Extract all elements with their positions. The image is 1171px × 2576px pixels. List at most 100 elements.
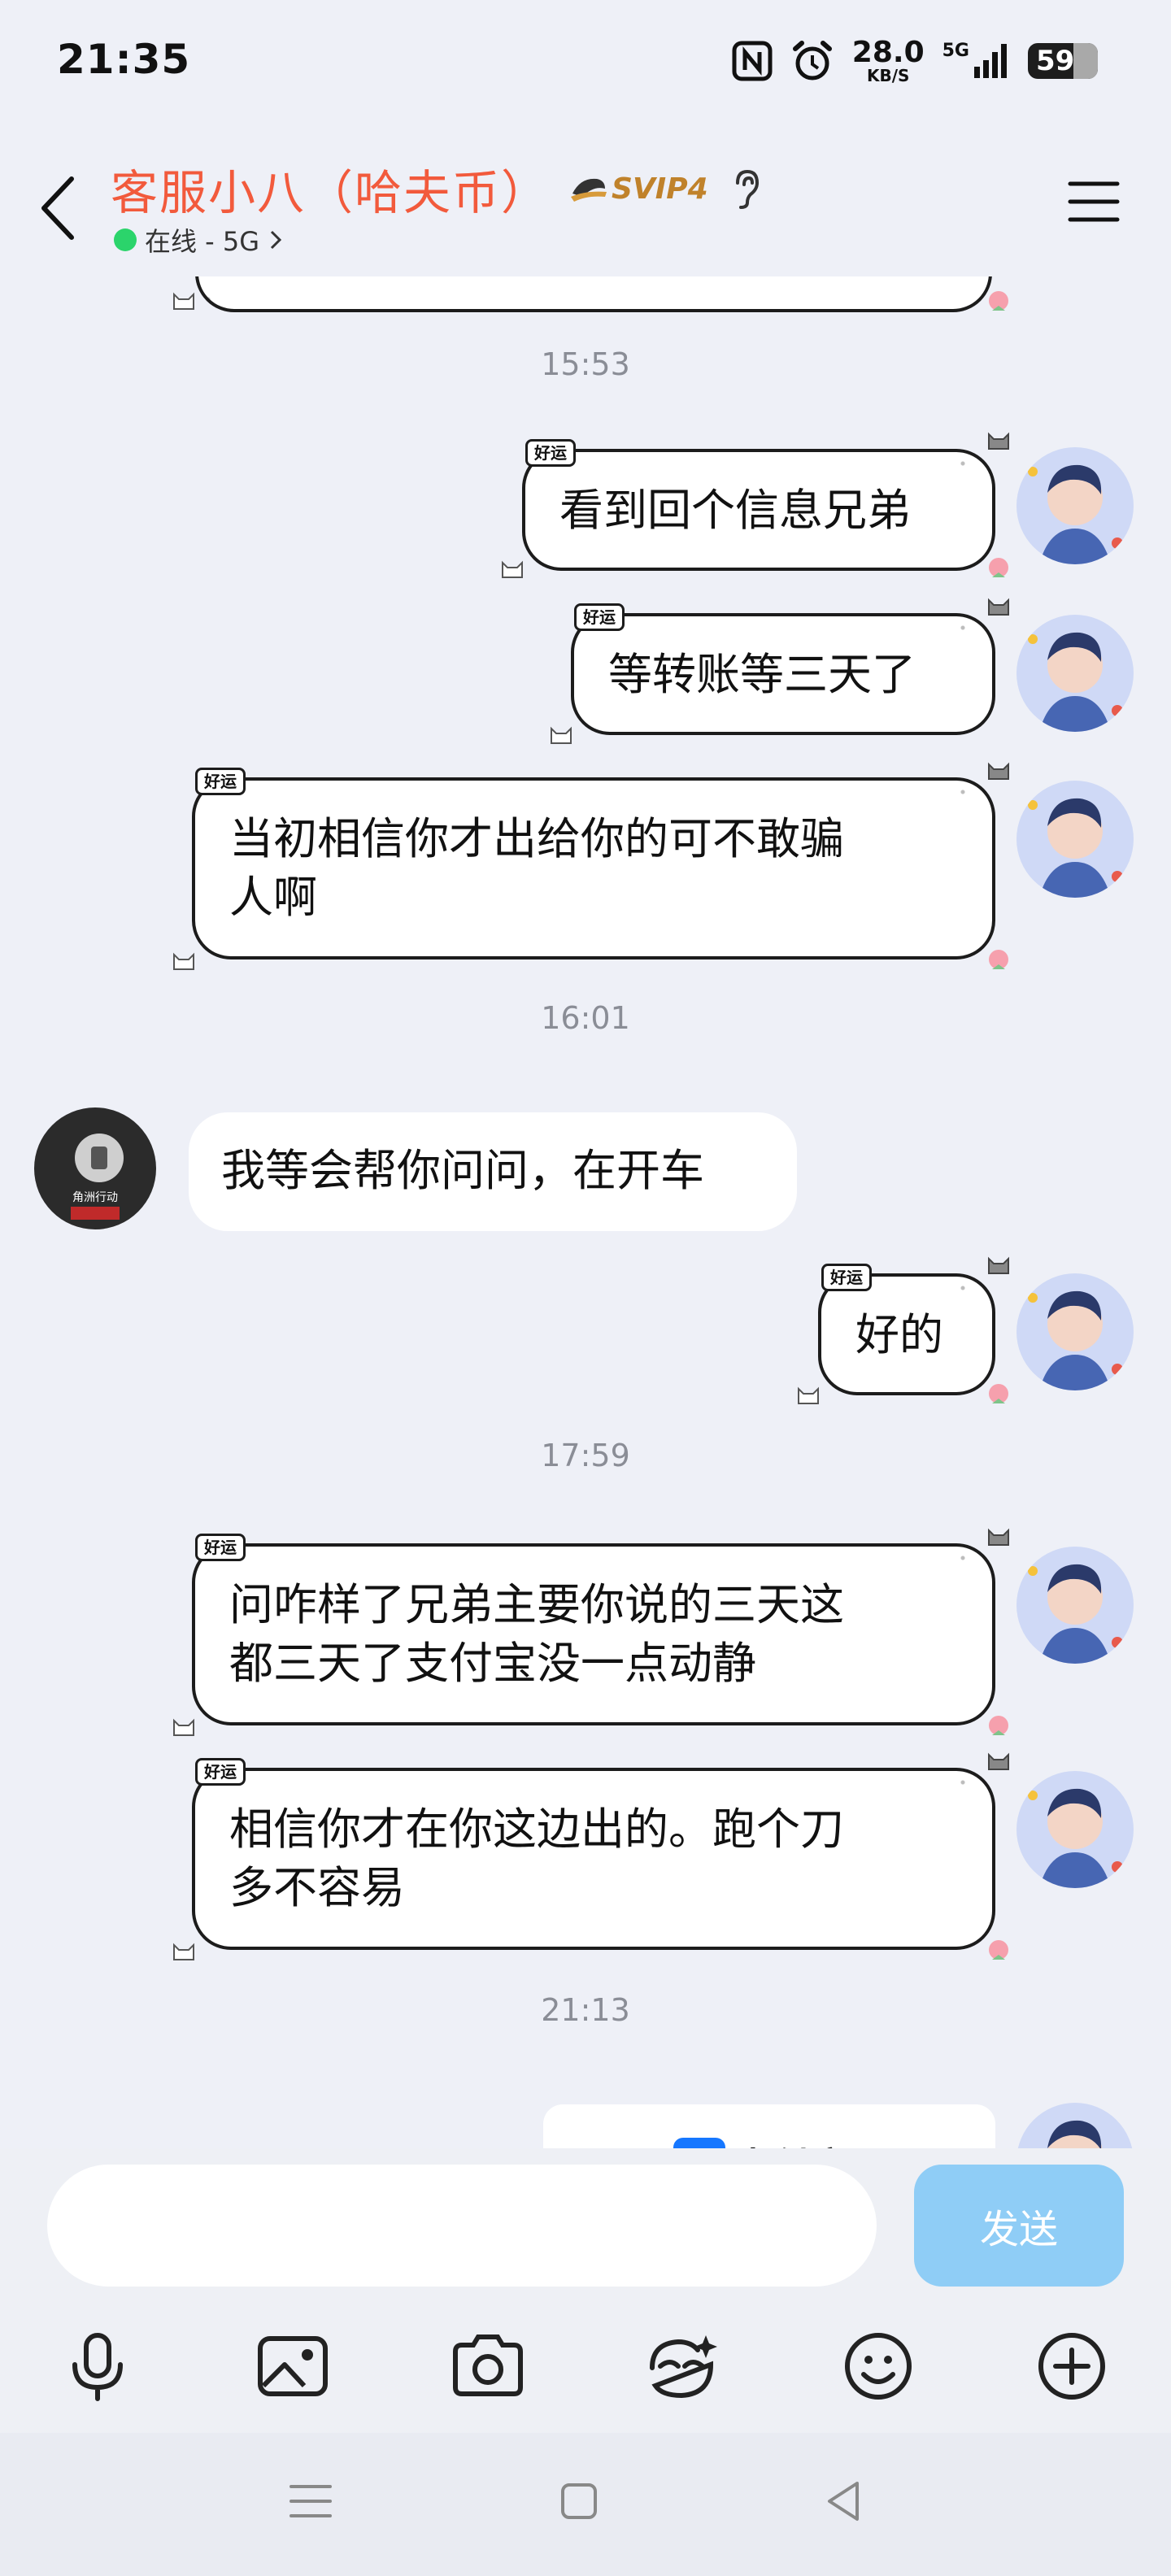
tag-label: 好运 bbox=[195, 768, 246, 795]
previous-message-bubble[interactable] bbox=[195, 276, 992, 312]
svg-text:角洲行动: 角洲行动 bbox=[72, 1191, 118, 1204]
timestamp: 16:01 bbox=[541, 1000, 630, 1036]
message-input[interactable] bbox=[47, 2165, 877, 2287]
system-nav-bar bbox=[0, 2433, 1171, 2576]
timestamp: 17:59 bbox=[541, 1438, 630, 1473]
my-avatar[interactable] bbox=[1016, 1273, 1134, 1390]
status-icons: 28.0 KB/S 5G 59 bbox=[732, 33, 1098, 89]
microphone-icon[interactable] bbox=[59, 2327, 137, 2405]
my-avatar[interactable] bbox=[1016, 2103, 1134, 2148]
cat-deco-icon bbox=[169, 945, 198, 974]
net-speed-unit: KB/S bbox=[866, 66, 910, 85]
ear-icon[interactable] bbox=[728, 167, 765, 211]
rose-deco-icon bbox=[984, 1381, 1013, 1410]
chevron-right-icon bbox=[271, 230, 282, 250]
my-avatar[interactable] bbox=[1016, 1547, 1134, 1664]
menu-nav-icon[interactable] bbox=[285, 2475, 337, 2527]
cat-deco-icon bbox=[984, 1249, 1013, 1278]
status-time: 21:35 bbox=[57, 36, 191, 83]
my-avatar[interactable] bbox=[1016, 615, 1134, 732]
my-avatar[interactable] bbox=[1016, 447, 1134, 564]
cat-deco-icon bbox=[169, 285, 198, 314]
timestamp: 15:53 bbox=[541, 346, 630, 382]
online-status-text: 在线 - 5G bbox=[145, 226, 260, 257]
contact-avatar[interactable]: 角洲行动 bbox=[34, 1107, 156, 1229]
cat-deco-icon bbox=[984, 590, 1013, 620]
back-button[interactable] bbox=[31, 169, 88, 247]
signal-icon bbox=[974, 44, 1007, 78]
tag-label: 好运 bbox=[525, 439, 576, 467]
input-bar: 发送 bbox=[0, 2148, 1171, 2433]
title-row: 客服小八（哈夫币） SVIP4 bbox=[111, 154, 765, 223]
message-bubble[interactable]: 好运 当初相信你才出给你的可不敢骗 人啊 bbox=[192, 768, 995, 959]
chat-area[interactable]: 15:53 好运 看到回个信息兄弟 好运 等转账等三天了 好运 当初相信你才出给… bbox=[0, 276, 1171, 2148]
cat-deco-icon bbox=[794, 1379, 823, 1408]
cat-deco-icon bbox=[546, 719, 576, 748]
message-text: 都三天了支付宝没一点动静 bbox=[229, 1638, 756, 1689]
message-text: 等转账等三天了 bbox=[608, 649, 916, 700]
message-text: 人啊 bbox=[229, 872, 317, 923]
online-status[interactable]: 在线 - 5G bbox=[114, 221, 284, 259]
message-text: 多不容易 bbox=[229, 1862, 405, 1913]
send-button[interactable]: 发送 bbox=[914, 2165, 1124, 2287]
alipay-card-title: 支付宝 bbox=[734, 2135, 851, 2148]
home-nav-icon[interactable] bbox=[553, 2475, 605, 2527]
signal-group: 5G bbox=[942, 42, 1010, 80]
cat-deco-icon bbox=[984, 755, 1013, 784]
rose-deco-icon bbox=[984, 1712, 1013, 1742]
emoji-icon[interactable] bbox=[839, 2327, 917, 2405]
message-text: 当初相信你才出给你的可不敢骗 bbox=[229, 813, 844, 864]
rose-deco-icon bbox=[984, 1937, 1013, 1966]
rose-deco-icon bbox=[984, 555, 1013, 584]
sticker-face-icon[interactable] bbox=[642, 2327, 720, 2405]
message-text: 我等会帮你问问，在开车 bbox=[221, 1145, 704, 1196]
cat-deco-icon bbox=[984, 1745, 1013, 1774]
status-bar: 21:35 28.0 KB/S 5G 59 bbox=[0, 0, 1171, 130]
tag-label: 好运 bbox=[574, 603, 625, 631]
message-bubble[interactable]: 好运 看到回个信息兄弟 bbox=[522, 439, 995, 571]
chat-header: 客服小八（哈夫币） SVIP4 在线 - 5G bbox=[0, 130, 1171, 276]
message-text: 问咋样了兄弟主要你说的三天这 bbox=[229, 1579, 844, 1630]
cat-deco-icon bbox=[169, 1711, 198, 1740]
online-dot-icon bbox=[114, 228, 137, 251]
cat-deco-icon bbox=[984, 424, 1013, 454]
image-icon[interactable] bbox=[254, 2327, 332, 2405]
svip-label: SVIP4 bbox=[612, 172, 708, 206]
my-avatar[interactable] bbox=[1016, 1771, 1134, 1888]
message-bubble[interactable]: 好运 好的 bbox=[818, 1264, 995, 1395]
input-toolbar bbox=[0, 2311, 1171, 2408]
my-avatar[interactable] bbox=[1016, 781, 1134, 898]
camera-icon[interactable] bbox=[449, 2327, 527, 2405]
message-bubble[interactable]: 好运 等转账等三天了 bbox=[571, 603, 995, 735]
battery-icon: 59 bbox=[1028, 43, 1098, 79]
tag-label: 好运 bbox=[821, 1264, 872, 1291]
message-bubble[interactable]: 好运 问咋样了兄弟主要你说的三天这 都三天了支付宝没一点动静 bbox=[192, 1534, 995, 1725]
alarm-icon bbox=[792, 41, 832, 80]
message-text: 看到回个信息兄弟 bbox=[559, 485, 911, 536]
cat-deco-icon bbox=[169, 1935, 198, 1965]
svip-hat-icon bbox=[571, 178, 607, 202]
alipay-icon bbox=[673, 2138, 725, 2148]
message-bubble[interactable]: 好运 相信你才在你这边出的。跑个刀 多不容易 bbox=[192, 1758, 995, 1950]
nfc-icon bbox=[732, 41, 773, 81]
menu-button[interactable] bbox=[1067, 179, 1121, 224]
net-speed-value: 28.0 bbox=[851, 36, 925, 69]
rose-deco-icon bbox=[984, 288, 1013, 317]
alipay-card[interactable]: 支付宝 bbox=[543, 2104, 995, 2148]
net-speed: 28.0 KB/S bbox=[851, 36, 925, 85]
timestamp: 21:13 bbox=[541, 1992, 630, 2028]
svip-badge[interactable]: SVIP4 bbox=[569, 172, 708, 206]
message-bubble[interactable]: 我等会帮你问问，在开车 bbox=[189, 1112, 797, 1231]
tag-label: 好运 bbox=[195, 1534, 246, 1561]
back-nav-icon[interactable] bbox=[818, 2475, 870, 2527]
message-text: 好的 bbox=[855, 1309, 943, 1360]
message-text: 相信你才在你这边出的。跑个刀 bbox=[229, 1804, 844, 1855]
battery-level: 59 bbox=[1036, 45, 1075, 77]
network-type: 5G bbox=[942, 41, 969, 61]
cat-deco-icon bbox=[984, 1521, 1013, 1550]
rose-deco-icon bbox=[984, 946, 1013, 976]
chat-title[interactable]: 客服小八（哈夫币） bbox=[111, 154, 550, 223]
cat-deco-icon bbox=[498, 553, 527, 582]
plus-icon[interactable] bbox=[1033, 2327, 1111, 2405]
tag-label: 好运 bbox=[195, 1758, 246, 1786]
